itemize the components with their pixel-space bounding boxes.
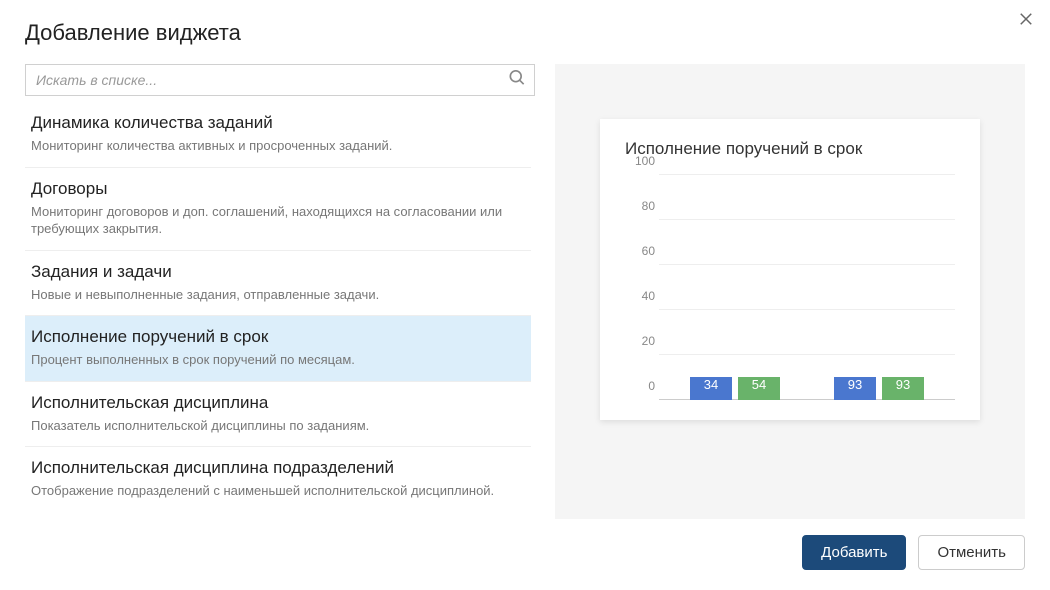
widget-item-desc: Новые и невыполненные задания, отправлен…	[31, 286, 525, 304]
chart-y-tick: 100	[625, 154, 655, 168]
chart-bar: 54	[738, 377, 780, 400]
chart-bar-groups: 34 54 93 93	[659, 175, 955, 400]
widget-item-desc: Мониторинг количества активных и просроч…	[31, 137, 525, 155]
chart-y-axis: 020406080100	[625, 175, 655, 400]
chart-bar-group: 34 54	[683, 377, 787, 400]
widget-item[interactable]: Исполнение поручений в срок Процент выпол…	[25, 316, 531, 382]
widget-item[interactable]: Договоры Мониторинг договоров и доп. согл…	[25, 168, 531, 251]
widget-item-desc: Процент выполненных в срок поручений по …	[31, 351, 525, 369]
widget-item-title: Исполнительская дисциплина подразделений	[31, 458, 525, 478]
widget-item-title: Договоры	[31, 179, 525, 199]
close-icon	[1017, 15, 1035, 32]
widget-item-desc: Показатель исполнительской дисциплины по…	[31, 417, 525, 435]
cancel-button[interactable]: Отменить	[918, 535, 1025, 570]
chart-bar-label: 93	[848, 377, 862, 392]
add-widget-dialog: Добавление виджета Динамика количества з…	[0, 0, 1050, 590]
chart-y-tick: 40	[625, 289, 655, 303]
widget-item-desc: Отображение подразделений с наименьшей и…	[31, 482, 525, 500]
search-input[interactable]	[25, 64, 535, 96]
preview-title: Исполнение поручений в срок	[625, 139, 955, 159]
widget-item-title: Задания и задачи	[31, 262, 525, 282]
dialog-title: Добавление виджета	[25, 20, 1025, 46]
chart-bar: 93	[882, 377, 924, 400]
preview-pane: Исполнение поручений в срок 0 20 40 60 80 100…	[555, 64, 1025, 519]
chart-bar: 34	[690, 377, 732, 400]
chart-y-tick: 20	[625, 334, 655, 348]
preview-card: Исполнение поручений в срок 0 20 40 60 80 100…	[600, 119, 980, 420]
chart-plot: 34 54 93 93	[659, 175, 955, 400]
widget-item[interactable]: Исполнительская дисциплина Показатель исп…	[25, 382, 531, 448]
chart-y-tick: 60	[625, 244, 655, 258]
widget-item-title: Динамика количества заданий	[31, 113, 525, 133]
dialog-footer: Добавить Отменить	[25, 519, 1025, 570]
close-button[interactable]	[1017, 10, 1035, 33]
widget-item[interactable]: Задания и задачи Новые и невыполненные за…	[25, 251, 531, 317]
widget-item-title: Исполнительская дисциплина	[31, 393, 525, 413]
chart-bar-label: 34	[704, 377, 718, 392]
search-icon	[507, 68, 527, 93]
chart-bar-label: 93	[896, 377, 910, 392]
chart-bar-label: 54	[752, 377, 766, 392]
chart-bar-group: 93 93	[827, 377, 931, 400]
widget-item-title: Исполнение поручений в срок	[31, 327, 525, 347]
widget-item[interactable]: Динамика количества заданий Мониторинг ко…	[25, 102, 531, 168]
preview-chart: 020406080100 34549393	[625, 175, 955, 400]
widget-list-pane: Динамика количества заданий Мониторинг ко…	[25, 64, 535, 519]
chart-bar: 93	[834, 377, 876, 400]
add-button[interactable]: Добавить	[802, 535, 906, 570]
widget-list[interactable]: Динамика количества заданий Мониторинг ко…	[25, 102, 535, 519]
widget-item[interactable]: Исполнительская дисциплина подразделений…	[25, 447, 531, 512]
search-field-wrap	[25, 64, 535, 96]
chart-y-tick: 80	[625, 199, 655, 213]
widget-item-desc: Мониторинг договоров и доп. соглашений, …	[31, 203, 525, 238]
chart-y-tick: 0	[625, 379, 655, 393]
